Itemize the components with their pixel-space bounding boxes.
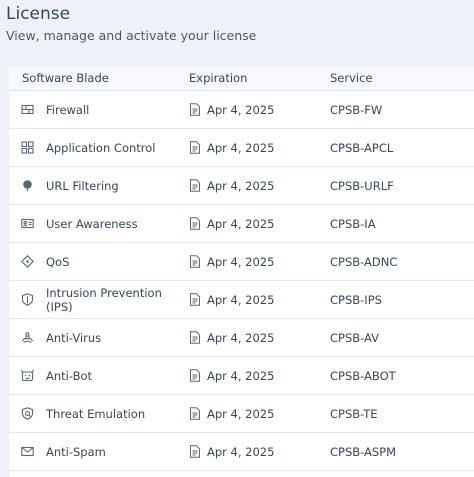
service-cell: CPSB-AV xyxy=(330,330,380,345)
expiration-cell: Apr 4, 2025 xyxy=(189,255,330,269)
anti-spam-icon xyxy=(21,445,34,458)
software-blade-name: Threat Emulation xyxy=(46,406,146,421)
service-cell: CPSB-ADNC xyxy=(330,254,398,269)
expiration-cell: Apr 4, 2025 xyxy=(189,445,330,459)
license-document-icon xyxy=(189,217,201,230)
qos-icon xyxy=(21,255,34,268)
column-header-software-blade[interactable]: Software Blade xyxy=(9,71,189,85)
anti-bot-icon xyxy=(21,369,34,382)
software-blade-cell: QoS xyxy=(9,255,189,269)
expiration-date: Apr 4, 2025 xyxy=(207,254,275,269)
expiration-cell: Apr 4, 2025 xyxy=(189,141,330,155)
expiration-date: Apr 4, 2025 xyxy=(207,444,275,459)
service-cell: CPSB-ASPM xyxy=(330,444,397,459)
table-body: Firewall Apr 4, 2025 CPSB-FW Application Co… xyxy=(9,91,474,471)
software-blade-cell: URL Filtering xyxy=(9,179,189,193)
expiration-cell: Apr 4, 2025 xyxy=(189,179,330,193)
url-filtering-icon xyxy=(21,179,34,192)
expiration-date: Apr 4, 2025 xyxy=(207,140,275,155)
table-row[interactable]: Anti-Virus Apr 4, 2025 CPSB-AV xyxy=(9,319,474,357)
software-blade-name: URL Filtering xyxy=(46,178,119,193)
expiration-cell: Apr 4, 2025 xyxy=(189,369,330,383)
license-document-icon xyxy=(189,179,201,192)
expiration-date: Apr 4, 2025 xyxy=(207,406,275,421)
column-header-expiration[interactable]: Expiration xyxy=(189,71,330,85)
software-blade-cell: User Awareness xyxy=(9,217,189,231)
table-row[interactable]: Firewall Apr 4, 2025 CPSB-FW xyxy=(9,91,474,129)
software-blade-cell: Anti-Spam xyxy=(9,445,189,459)
threat-emulation-icon xyxy=(21,407,34,420)
service-cell: CPSB-URLF xyxy=(330,178,394,193)
expiration-date: Apr 4, 2025 xyxy=(207,330,275,345)
software-blade-cell: Firewall xyxy=(9,103,189,117)
table-header: Software Blade Expiration Service xyxy=(9,66,474,91)
table-row[interactable]: Anti-Spam Apr 4, 2025 CPSB-ASPM xyxy=(9,433,474,471)
software-blade-cell: Application Control xyxy=(9,141,189,155)
software-blade-cell: Anti-Bot xyxy=(9,369,189,383)
service-cell: CPSB-TE xyxy=(330,406,378,421)
expiration-cell: Apr 4, 2025 xyxy=(189,217,330,231)
table-row[interactable]: Application Control Apr 4, 2025 CPSB-APCL xyxy=(9,129,474,167)
software-blade-name: Anti-Spam xyxy=(46,444,106,459)
software-blade-cell: Threat Emulation xyxy=(9,407,189,421)
page-title: License xyxy=(6,4,71,24)
software-blade-name: Application Control xyxy=(46,140,156,155)
expiration-date: Apr 4, 2025 xyxy=(207,178,275,193)
license-table: Software Blade Expiration Service Firewa… xyxy=(9,66,474,477)
expiration-cell: Apr 4, 2025 xyxy=(189,103,330,117)
ips-shield-icon xyxy=(21,293,34,306)
software-blade-name: Anti-Bot xyxy=(46,368,93,383)
page-subtitle: View, manage and activate your license xyxy=(6,28,257,43)
table-row[interactable]: Threat Emulation Apr 4, 2025 CPSB-TE xyxy=(9,395,474,433)
application-control-icon xyxy=(21,141,34,154)
table-row[interactable]: User Awareness Apr 4, 2025 CPSB-IA xyxy=(9,205,474,243)
software-blade-name: Firewall xyxy=(46,102,90,117)
software-blade-name: Intrusion Prevention (IPS) xyxy=(46,285,162,314)
expiration-date: Apr 4, 2025 xyxy=(207,216,275,231)
column-header-service[interactable]: Service xyxy=(330,71,470,85)
expiration-cell: Apr 4, 2025 xyxy=(189,407,330,421)
table-row[interactable]: URL Filtering Apr 4, 2025 CPSB-URLF xyxy=(9,167,474,205)
license-document-icon xyxy=(189,293,201,306)
table-row[interactable]: Anti-Bot Apr 4, 2025 CPSB-ABOT xyxy=(9,357,474,395)
license-document-icon xyxy=(189,331,201,344)
expiration-cell: Apr 4, 2025 xyxy=(189,293,330,307)
service-cell: CPSB-FW xyxy=(330,102,383,117)
user-awareness-icon xyxy=(21,217,34,230)
expiration-date: Apr 4, 2025 xyxy=(207,292,275,307)
table-row[interactable]: QoS Apr 4, 2025 CPSB-ADNC xyxy=(9,243,474,281)
software-blade-name: Anti-Virus xyxy=(46,330,102,345)
license-document-icon xyxy=(189,407,201,420)
expiration-date: Apr 4, 2025 xyxy=(207,368,275,383)
license-page: License View, manage and activate your l… xyxy=(0,0,474,477)
software-blade-cell: Intrusion Prevention (IPS) xyxy=(9,286,189,314)
license-document-icon xyxy=(189,255,201,268)
license-document-icon xyxy=(189,445,201,458)
software-blade-name: QoS xyxy=(46,254,70,269)
expiration-cell: Apr 4, 2025 xyxy=(189,331,330,345)
license-document-icon xyxy=(189,141,201,154)
expiration-date: Apr 4, 2025 xyxy=(207,102,275,117)
service-cell: CPSB-APCL xyxy=(330,140,394,155)
license-document-icon xyxy=(189,369,201,382)
service-cell: CPSB-ABOT xyxy=(330,368,396,383)
service-cell: CPSB-IA xyxy=(330,216,376,231)
firewall-icon xyxy=(21,103,34,116)
service-cell: CPSB-IPS xyxy=(330,292,382,307)
software-blade-name: User Awareness xyxy=(46,216,138,231)
table-row[interactable]: Intrusion Prevention (IPS) Apr 4, 2025 CPS… xyxy=(9,281,474,319)
anti-virus-icon xyxy=(21,331,34,344)
license-document-icon xyxy=(189,103,201,116)
software-blade-cell: Anti-Virus xyxy=(9,331,189,345)
